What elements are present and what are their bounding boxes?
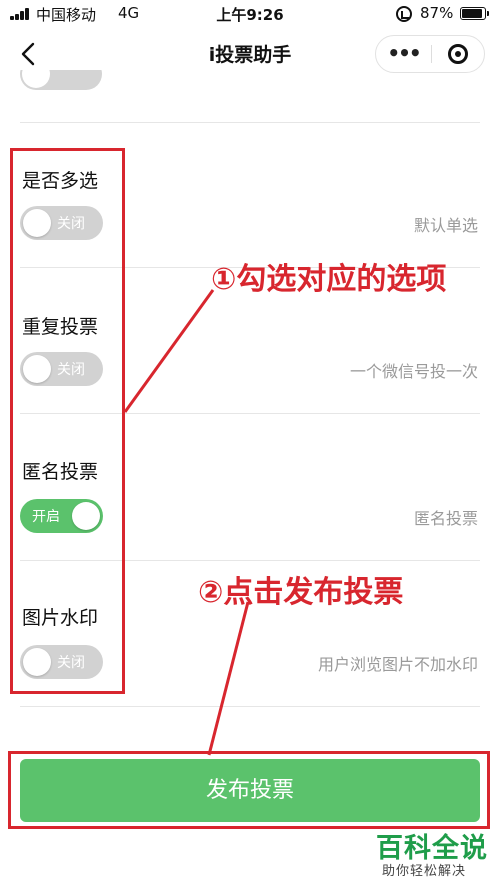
annotation-box-publish xyxy=(8,751,490,829)
annotation-step1: ①勾选对应的选项 xyxy=(211,262,447,297)
annotation-step2: ②点击发布投票 xyxy=(198,575,404,610)
watermark-logo: 百科全说 助你轻松解决 xyxy=(376,826,494,884)
annotation-line-step2 xyxy=(207,601,250,756)
annotation-line-step1 xyxy=(123,289,215,413)
watermark-subtitle: 助你轻松解决 xyxy=(382,864,467,879)
